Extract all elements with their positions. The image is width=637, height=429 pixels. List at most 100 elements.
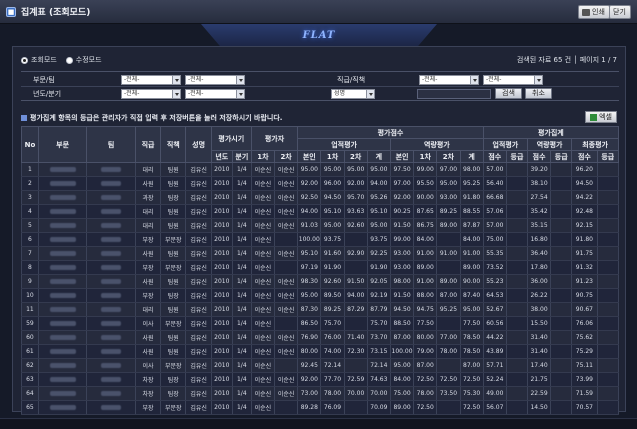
cell-comp-p1: 78.00 (413, 386, 438, 401)
cell-final-grade (596, 386, 620, 401)
redacted-text (101, 307, 122, 312)
cell-year: 2010 (210, 372, 233, 387)
cell-perf-p1: 95.00 (320, 218, 345, 233)
cell-final-pts: 71.59 (571, 386, 598, 401)
view-mode-radio[interactable] (21, 56, 28, 64)
table-row[interactable]: 62 이사 부문장 김유신 2010 1/4 이순신 92.45 72.14 72.14 95.00… (21, 358, 620, 373)
redacted-text (101, 181, 122, 186)
cell-eval-1: 이순신 (250, 190, 276, 205)
table-row[interactable]: 63 차장 팀장 김유신 2010 1/4 이순신 이순신 92.00 77.70 72.59 74.… (21, 372, 620, 387)
summary-table: No 부문 팀 직급 직책 성명 평가시기 평가자 평가점수 평가집계 업적평가… (21, 126, 620, 415)
cell-perf-total: 95.00 (366, 218, 391, 233)
excel-label: 엑셀 (599, 113, 612, 121)
cell-final-grade (596, 372, 620, 387)
cell-team (86, 246, 136, 261)
position-select[interactable]: -전체- (483, 74, 543, 85)
quarter-select[interactable]: -전체- (185, 89, 245, 99)
cell-dept (37, 386, 88, 401)
cell-comp-grade (550, 218, 573, 233)
cell-year: 2010 (210, 344, 233, 359)
cell-name: 김유신 (185, 372, 212, 387)
cell-perf-grade (505, 218, 528, 233)
cell-no: 4 (21, 204, 39, 219)
cell-comp-p1: 80.00 (413, 330, 438, 345)
col-perf-p1: 1차 (320, 150, 345, 163)
table-row[interactable]: 6 부장 부문장 김유신 2010 1/4 이순신 100.00 93.75 93.75 99.00… (21, 232, 620, 247)
redacted-text (101, 391, 122, 396)
cell-team (86, 204, 136, 219)
dept-select[interactable]: -전체- (121, 74, 181, 85)
paging-info: 검색된 자료 65 건 │ 페이지 1 / 7 (516, 56, 617, 64)
cell-team (86, 218, 136, 233)
cell-perf-pts: 55.35 (482, 246, 507, 261)
cell-team (86, 260, 136, 275)
table-row[interactable]: 59 이사 부문장 김유신 2010 1/4 이순신 86.50 75.70 75.70 88.50… (21, 316, 620, 331)
table-body: 1 대리 팀원 김유신 2010 1/4 이순신 이순신 95.00 95.00 95.00 95.0… (21, 162, 620, 415)
cell-name: 김유신 (185, 288, 212, 303)
cell-comp-total: 98.00 (459, 162, 484, 177)
search-button[interactable]: 검색 (495, 88, 522, 99)
cell-quarter: 1/4 (231, 302, 252, 317)
table-row[interactable]: 8 부장 부문장 김유신 2010 1/4 이순신 97.19 91.90 91.90 93.00 8… (21, 260, 620, 275)
edit-mode-radio[interactable] (65, 56, 73, 64)
cell-comp-p1: 72.50 (413, 400, 438, 415)
cell-comp-p2: 93.00 (436, 190, 461, 205)
cell-comp-p2 (436, 260, 461, 275)
cell-perf-total: 91.90 (366, 260, 391, 275)
cell-perf-p1: 78.00 (320, 386, 345, 401)
redacted-text (49, 349, 76, 354)
cell-comp-p2: 72.50 (436, 372, 461, 387)
cell-position: 팀원 (160, 218, 187, 233)
cell-comp-grade (550, 204, 573, 219)
cell-comp-p2 (436, 358, 461, 373)
cell-year: 2010 (210, 162, 233, 177)
cell-quarter: 1/4 (231, 372, 252, 387)
cell-team (86, 274, 136, 289)
table-row[interactable]: 60 사원 팀원 김유신 2010 1/4 이순신 이순신 76.90 76.00 71.40 73.… (21, 330, 620, 345)
cell-dept (37, 218, 88, 233)
cell-perf-pts: 73.52 (482, 260, 507, 275)
print-button[interactable]: 인쇄 (578, 5, 610, 19)
cell-eval-2 (273, 232, 299, 247)
table-row[interactable]: 61 사원 팀원 김유신 2010 1/4 이순신 이순신 80.00 74.00 72.30 73.… (21, 344, 620, 359)
cell-comp-p1: 87.00 (413, 358, 438, 373)
table-row[interactable]: 1 대리 팀원 김유신 2010 1/4 이순신 이순신 95.00 95.00 95.00 95.0… (21, 162, 620, 177)
table-row[interactable]: 9 사원 팀원 김유신 2010 1/4 이순신 이순신 98.30 92.60 91.50 92.0… (21, 274, 620, 289)
cell-name: 김유신 (185, 190, 212, 205)
table-row[interactable]: 2 사원 팀원 김유신 2010 1/4 이순신 이순신 92.00 96.00 92.00 94.0… (21, 176, 620, 191)
table-row[interactable]: 64 차장 팀장 김유신 2010 1/4 이순신 이순신 73.00 78.00 70.00 70.… (21, 386, 620, 401)
cell-perf-self: 98.30 (297, 274, 322, 289)
cell-quarter: 1/4 (231, 232, 252, 247)
cell-final-pts: 90.67 (571, 302, 598, 317)
cell-comp-pts: 22.59 (526, 386, 552, 401)
table-row[interactable]: 3 과장 팀장 김유신 2010 1/4 이순신 이순신 92.50 94.50 95.70 95.2… (21, 190, 620, 205)
team-select[interactable]: -전체- (185, 74, 245, 85)
cell-comp-self: 88.50 (389, 316, 415, 331)
table-row[interactable]: 65 부장 부문장 김유신 2010 1/4 이순신 89.28 76.09 70.09 89.00… (21, 400, 620, 415)
print-label: 인쇄 (592, 8, 605, 16)
search-type-select[interactable]: 성명 (331, 89, 375, 99)
cell-no: 6 (21, 232, 39, 247)
cell-no: 11 (21, 302, 39, 317)
search-input[interactable] (417, 89, 491, 99)
table-row[interactable]: 4 대리 팀원 김유신 2010 1/4 이순신 이순신 94.00 95.10 93.63 95.1… (21, 204, 620, 219)
cell-year: 2010 (210, 232, 233, 247)
cancel-button[interactable]: 취소 (525, 88, 552, 99)
table-row[interactable]: 5 대리 팀원 김유신 2010 1/4 이순신 이순신 91.03 95.00 92.60 95.0… (21, 218, 620, 233)
close-button[interactable]: 닫기 (609, 5, 631, 19)
cell-comp-grade (550, 358, 573, 373)
rank-select[interactable]: -전체- (419, 74, 479, 85)
cell-comp-grade (550, 246, 573, 261)
filter-bar: 부문/팀 -전체- -전체- 직급/직책 -전체- -전체- 년도/분기 -전체… (21, 71, 619, 101)
cell-comp-grade (550, 176, 573, 191)
cell-dept (37, 316, 88, 331)
col-perf-grade: 등급 (505, 150, 528, 163)
cell-comp-grade (550, 162, 573, 177)
cell-comp-p2: 77.00 (436, 330, 461, 345)
excel-button[interactable]: 엑셀 (585, 111, 617, 123)
cell-perf-p2: 72.30 (343, 344, 368, 359)
table-row[interactable]: 7 사원 팀원 김유신 2010 1/4 이순신 이순신 95.10 91.60 92.90 92.2… (21, 246, 620, 261)
year-select[interactable]: -전체- (121, 89, 181, 99)
table-row[interactable]: 10 부장 팀장 김유신 2010 1/4 이순신 이순신 95.00 89.50 94.00 92.… (21, 288, 620, 303)
table-row[interactable]: 11 대리 팀원 김유신 2010 1/4 이순신 이순신 87.30 89.25 87.29 87.… (21, 302, 620, 317)
